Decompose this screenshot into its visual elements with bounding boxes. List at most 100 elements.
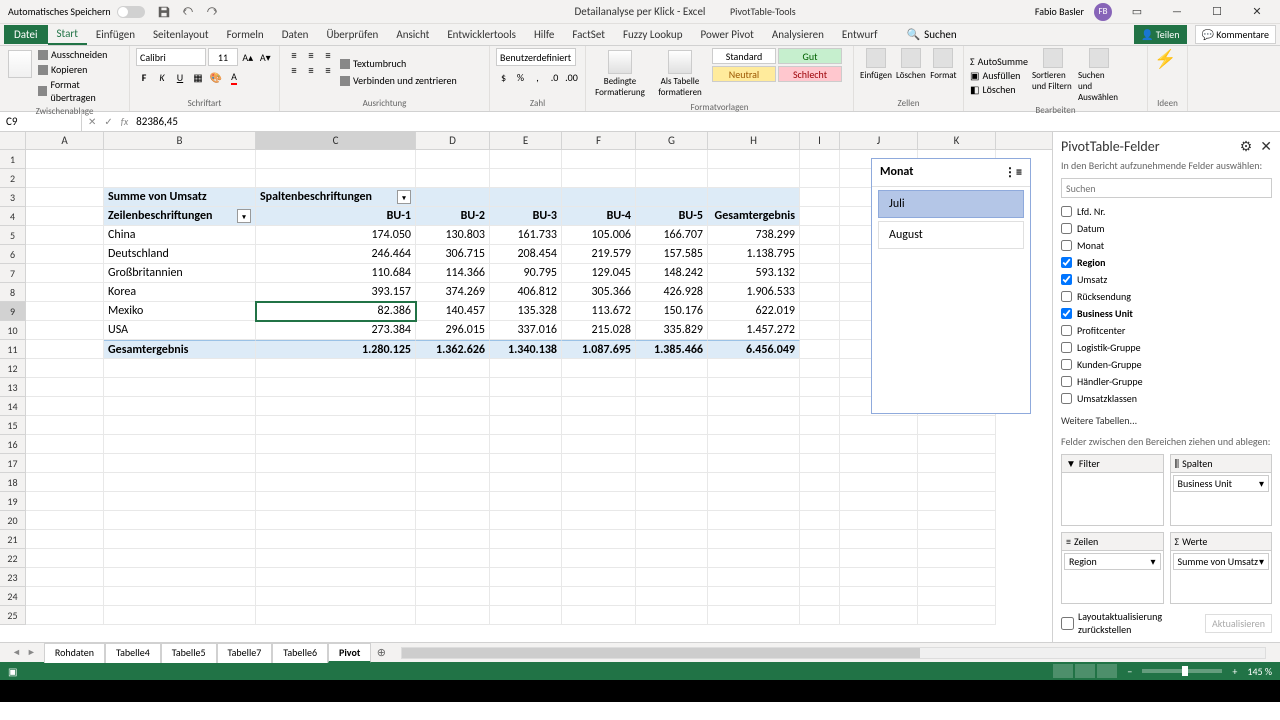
cell-A6[interactable]	[26, 245, 104, 264]
cell-B4[interactable]: Zeilenbeschriftungen▾	[104, 207, 256, 226]
cell-F7[interactable]: 129.045	[562, 264, 636, 283]
record-macro-icon[interactable]: ▣	[8, 665, 17, 678]
cell-G5[interactable]: 166.707	[636, 226, 708, 245]
close-icon[interactable]: ✕	[1242, 0, 1272, 24]
row-head-24[interactable]: 24	[0, 587, 26, 606]
cell-B2[interactable]	[104, 169, 256, 188]
cell-E1[interactable]	[490, 150, 562, 169]
tab-powerpivot[interactable]: Power Pivot	[691, 25, 762, 44]
cell-K15[interactable]	[918, 416, 996, 435]
merge-center-button[interactable]: Verbinden und zentrieren	[340, 74, 457, 87]
fieldpane-search[interactable]	[1061, 178, 1272, 198]
cell-A20[interactable]	[26, 511, 104, 530]
cell-A5[interactable]	[26, 226, 104, 245]
col-head-F[interactable]: F	[562, 132, 636, 149]
align-middle-icon[interactable]: ≡	[303, 48, 319, 62]
cell-G18[interactable]	[636, 473, 708, 492]
cell-A12[interactable]	[26, 359, 104, 378]
cell-F12[interactable]	[562, 359, 636, 378]
cell-F5[interactable]: 105.006	[562, 226, 636, 245]
cell-H13[interactable]	[708, 378, 800, 397]
field-checkbox[interactable]	[1061, 257, 1072, 268]
sheet-tab-tabelle5[interactable]: Tabelle5	[161, 643, 217, 663]
cell-C16[interactable]	[256, 435, 416, 454]
cell-K20[interactable]	[918, 511, 996, 530]
cell-K22[interactable]	[918, 549, 996, 568]
cell-J22[interactable]	[840, 549, 918, 568]
cell-G19[interactable]	[636, 492, 708, 511]
sheet-tab-tabelle6[interactable]: Tabelle6	[272, 643, 328, 663]
cell-I4[interactable]	[800, 207, 840, 226]
cell-B1[interactable]	[104, 150, 256, 169]
cell-F3[interactable]	[562, 188, 636, 207]
sheet-tab-tabelle4[interactable]: Tabelle4	[105, 643, 161, 663]
cell-A8[interactable]	[26, 283, 104, 302]
cell-G17[interactable]	[636, 454, 708, 473]
cell-F19[interactable]	[562, 492, 636, 511]
minimize-icon[interactable]: —	[1162, 0, 1192, 24]
cell-G8[interactable]: 426.928	[636, 283, 708, 302]
cell-B3[interactable]: Summe von Umsatz	[104, 188, 256, 207]
cell-J17[interactable]	[840, 454, 918, 473]
row-head-21[interactable]: 21	[0, 530, 26, 549]
cell-F23[interactable]	[562, 568, 636, 587]
cell-I17[interactable]	[800, 454, 840, 473]
tab-insert[interactable]: Einfügen	[87, 25, 144, 44]
col-head-H[interactable]: H	[708, 132, 800, 149]
cell-H20[interactable]	[708, 511, 800, 530]
cell-C14[interactable]	[256, 397, 416, 416]
tab-start[interactable]: Start	[48, 24, 87, 45]
cell-D5[interactable]: 130.803	[416, 226, 490, 245]
tab-view[interactable]: Ansicht	[387, 25, 438, 44]
cell-I20[interactable]	[800, 511, 840, 530]
cell-H24[interactable]	[708, 587, 800, 606]
tab-dev[interactable]: Entwicklertools	[438, 25, 525, 44]
cell-J16[interactable]	[840, 435, 918, 454]
cell-H4[interactable]: Gesamtergebnis	[708, 207, 800, 226]
fieldpane-gear-icon[interactable]: ⚙	[1240, 138, 1253, 155]
field-logistik-gruppe[interactable]: Logistik-Gruppe	[1061, 340, 1272, 355]
field-checkbox[interactable]	[1061, 274, 1072, 285]
row-head-18[interactable]: 18	[0, 473, 26, 492]
cell-E8[interactable]: 406.812	[490, 283, 562, 302]
cell-C22[interactable]	[256, 549, 416, 568]
cell-C19[interactable]	[256, 492, 416, 511]
cell-E22[interactable]	[490, 549, 562, 568]
cell-G24[interactable]	[636, 587, 708, 606]
row-head-22[interactable]: 22	[0, 549, 26, 568]
cell-E4[interactable]: BU-3	[490, 207, 562, 226]
col-head-D[interactable]: D	[416, 132, 490, 149]
cell-J25[interactable]	[840, 606, 918, 625]
autosum-button[interactable]: ΣAutoSumme	[970, 55, 1028, 68]
cell-F18[interactable]	[562, 473, 636, 492]
cell-B24[interactable]	[104, 587, 256, 606]
cell-C4[interactable]: BU-1	[256, 207, 416, 226]
field-checkbox[interactable]	[1061, 206, 1072, 217]
cell-C10[interactable]: 273.384	[256, 321, 416, 340]
cell-F17[interactable]	[562, 454, 636, 473]
cell-G3[interactable]	[636, 188, 708, 207]
cell-F2[interactable]	[562, 169, 636, 188]
cell-G6[interactable]: 157.585	[636, 245, 708, 264]
increase-decimal-icon[interactable]: .0	[547, 69, 562, 85]
cell-C5[interactable]: 174.050	[256, 226, 416, 245]
font-size-select[interactable]	[208, 48, 238, 66]
cell-E25[interactable]	[490, 606, 562, 625]
format-cells-button[interactable]: Format	[930, 48, 957, 96]
cell-K16[interactable]	[918, 435, 996, 454]
field-checkbox[interactable]	[1061, 325, 1072, 336]
cell-E13[interactable]	[490, 378, 562, 397]
cell-H21[interactable]	[708, 530, 800, 549]
cell-B20[interactable]	[104, 511, 256, 530]
wrap-text-button[interactable]: Textumbruch	[340, 57, 457, 70]
field-checkbox[interactable]	[1061, 359, 1072, 370]
accept-formula-icon[interactable]: ✓	[104, 115, 112, 128]
cell-K18[interactable]	[918, 473, 996, 492]
cell-F10[interactable]: 215.028	[562, 321, 636, 340]
cell-E2[interactable]	[490, 169, 562, 188]
cell-D2[interactable]	[416, 169, 490, 188]
row-head-12[interactable]: 12	[0, 359, 26, 378]
cell-D10[interactable]: 296.015	[416, 321, 490, 340]
cell-H18[interactable]	[708, 473, 800, 492]
tab-design[interactable]: Entwurf	[833, 25, 887, 44]
